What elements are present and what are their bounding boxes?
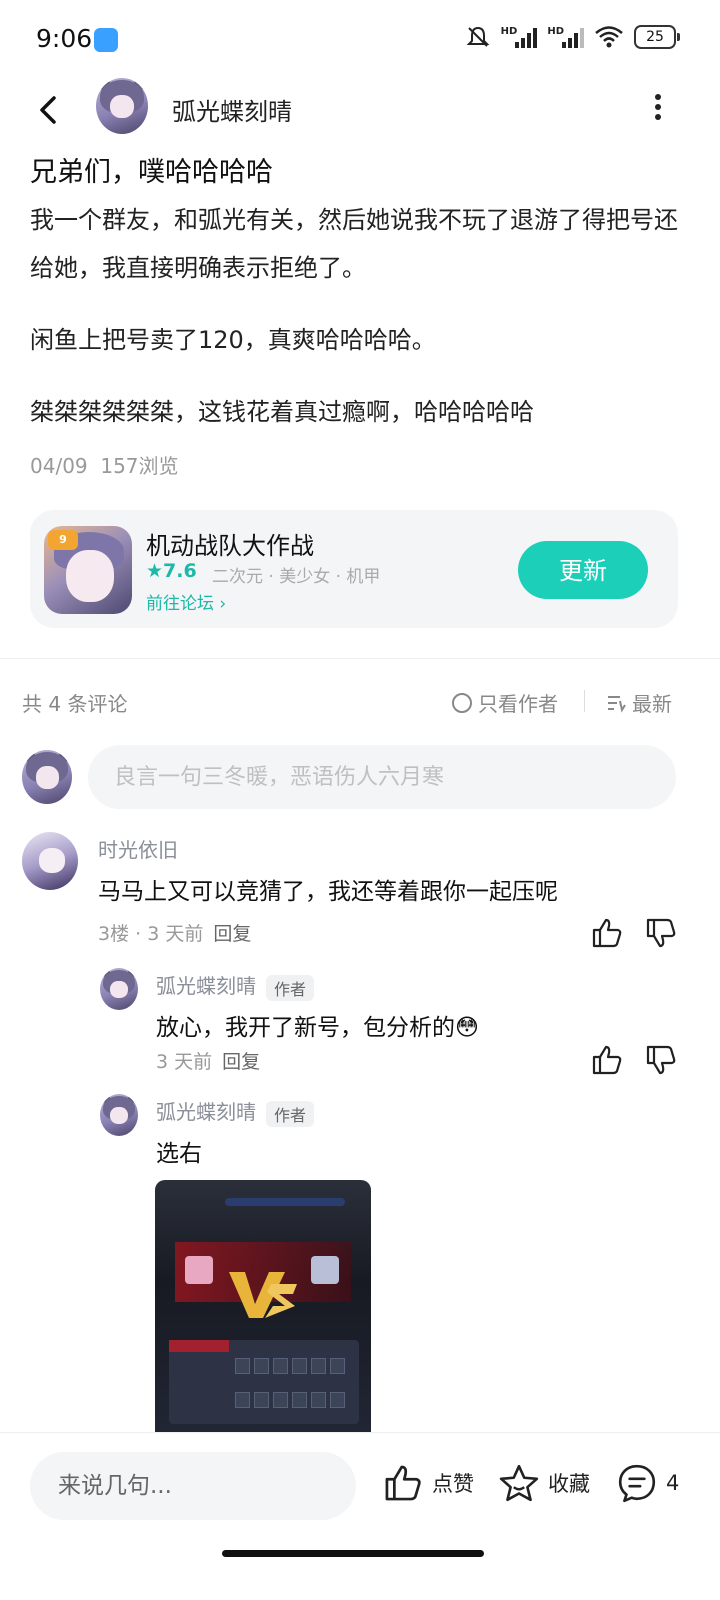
status-icons: HD HD 25 [465,24,680,50]
home-indicator[interactable] [222,1550,484,1557]
reply-author-name[interactable]: 弧光蝶刻晴 [156,1100,256,1124]
like-icon [385,1465,421,1501]
favorite-label: 收藏 [548,1472,590,1496]
reply-image[interactable] [155,1180,371,1434]
reply-text: 放心，我开了新号，包分析的😳 [156,1015,479,1041]
author-name[interactable]: 弧光蝶刻晴 [172,92,292,127]
radio-icon[interactable] [452,692,472,713]
comment-count: 4 [666,1471,680,1495]
bottom-comment-input[interactable] [30,1452,356,1520]
sort-label: 最新 [632,692,672,716]
app-notification-icon [94,28,118,52]
comments-button[interactable]: 4 [616,1462,679,1504]
my-avatar [22,750,72,804]
reply-author-avatar[interactable] [100,968,138,1010]
post-paragraph: 闲鱼上把号卖了120，真爽哈哈哈哈。 [30,326,436,354]
divider [584,690,585,712]
forum-link[interactable]: 前往论坛 › [146,589,226,614]
post-views: 157浏览 [100,454,179,478]
game-tags: 二次元 · 美少女 · 机甲 [212,567,381,587]
update-button[interactable]: 更新 [518,541,648,599]
comment-time: 3 天前 [147,923,204,945]
wifi-icon [595,26,623,48]
reply-meta: 3 天前 回复 [156,1047,260,1074]
like-button[interactable]: 点赞 [382,1462,474,1504]
dislike-icon[interactable] [644,1043,678,1077]
more-icon[interactable] [652,94,664,120]
signal-icon: HD [501,26,538,48]
game-rating: ★7.6 [146,560,197,582]
author-tag: 作者 [266,974,315,1001]
comments-count: 共 4 条评论 [22,692,128,716]
comment-input[interactable] [88,745,676,809]
signal-icon-2: HD [547,26,584,48]
reply-author-avatar[interactable] [100,1094,138,1136]
post-date: 04/09 [30,454,88,478]
status-time: 9:06 [36,24,93,53]
battery-indicator: 25 [634,25,680,49]
reply-author[interactable]: 弧光蝶刻晴 作者 [156,1096,315,1127]
author-only-label: 只看作者 [478,692,558,716]
back-arrow-icon[interactable] [30,90,70,130]
author-tag: 作者 [266,1100,315,1127]
commenter-name[interactable]: 时光依旧 [98,834,178,863]
like-icon[interactable] [590,1043,624,1077]
author-avatar[interactable] [96,78,148,134]
divider [0,658,720,659]
post-title: 兄弟们，噗哈哈哈哈 [30,157,273,188]
sort-icon [608,695,626,713]
comment-floor: 3楼 [98,923,130,945]
author-only-toggle[interactable]: 只看作者 [452,688,558,717]
comment-text: 马马上又可以竞猜了，我还等着跟你一起压呢 [98,879,558,905]
reply-button[interactable]: 回复 [213,923,251,945]
dislike-icon[interactable] [644,916,678,950]
reply-text: 选右 [156,1141,202,1167]
game-name[interactable]: 机动战队大作战 [146,526,314,561]
post-paragraph: 桀桀桀桀桀桀，这钱花着真过瘾啊，哈哈哈哈哈 [30,398,534,426]
commenter-avatar[interactable] [22,832,78,890]
post-meta: 04/09 157浏览 [30,450,179,479]
like-label: 点赞 [432,1472,474,1496]
mute-icon [466,26,490,47]
star-icon [499,1464,539,1502]
reply-author-name[interactable]: 弧光蝶刻晴 [156,974,256,998]
comment-icon [618,1464,656,1503]
post-paragraph: 我一个群友，和弧光有关，然后她说我不玩了退游了得把号还给她，我直接明确表示拒绝了… [30,206,678,282]
reply-author[interactable]: 弧光蝶刻晴 作者 [156,970,315,1001]
comment-meta: 3楼 · 3 天前 回复 [98,923,252,945]
reply-time: 3 天前 [156,1051,213,1073]
like-icon[interactable] [590,916,624,950]
game-icon[interactable]: 9 [44,526,132,614]
sort-toggle[interactable]: 最新 [606,688,672,717]
reply-button[interactable]: 回复 [222,1051,260,1073]
favorite-button[interactable]: 收藏 [498,1462,590,1504]
